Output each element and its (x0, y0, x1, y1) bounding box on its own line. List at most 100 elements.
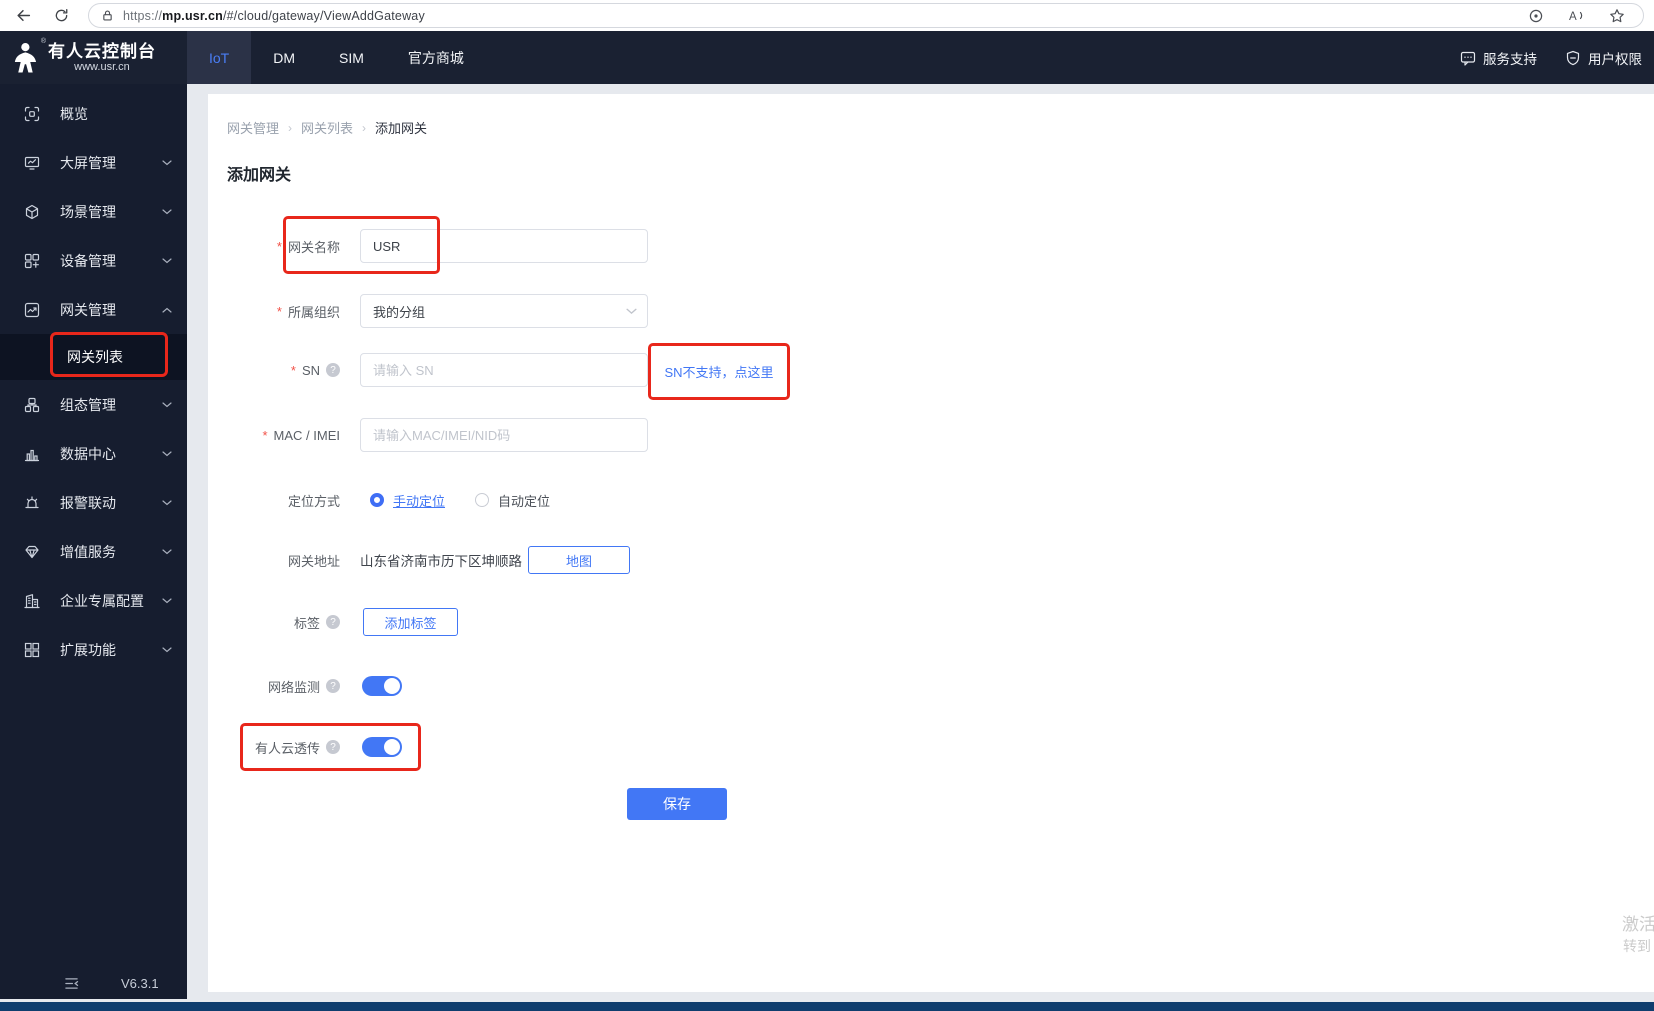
required-mark: * (262, 427, 268, 443)
url-path: /#/cloud/gateway/ViewAddGateway (222, 8, 425, 23)
logo[interactable]: ® 有人云控制台 www.usr.cn (0, 31, 187, 84)
alarm-icon (24, 495, 40, 511)
svg-text:A: A (1569, 11, 1577, 23)
sidebar-item-scene-mgmt[interactable]: 场景管理 (0, 187, 187, 236)
chevron-up-icon (162, 307, 172, 313)
sidebar-item-value-added[interactable]: 增值服务 (0, 527, 187, 576)
radio-manual-location[interactable] (370, 493, 384, 507)
gateway-name-input[interactable] (360, 229, 648, 263)
chevron-down-icon (162, 257, 172, 264)
activation-watermark-line2: 转到 (1623, 938, 1651, 954)
data-icon (24, 446, 40, 462)
gateway-icon (24, 302, 40, 318)
page-title: 添加网关 (227, 167, 292, 184)
user-permission-button[interactable]: 用户权限 (1565, 48, 1642, 68)
sn-input[interactable] (360, 353, 648, 387)
breadcrumb-separator: › (362, 120, 367, 135)
refresh-icon (55, 9, 67, 22)
form-row-cloud-passthrough: 有人云透传? (208, 730, 402, 764)
organization-selected-value: 我的分组 (373, 304, 426, 320)
organization-select[interactable]: 我的分组 (360, 294, 648, 328)
chat-icon (1460, 51, 1476, 66)
enterprise-icon (24, 593, 40, 609)
url-scheme: https:// (123, 8, 163, 23)
app-header: ® 有人云控制台 www.usr.cn IoT DM SIM 官方商城 服务支持… (0, 31, 1654, 84)
radio-manual-location-label[interactable]: 手动定位 (393, 491, 445, 510)
help-icon[interactable]: ? (326, 615, 340, 629)
geolocation-icon[interactable] (1528, 8, 1544, 24)
gateway-name-label: 网关名称 (287, 239, 340, 255)
required-mark: * (290, 362, 296, 378)
favorite-star-icon[interactable] (1609, 8, 1625, 24)
form-row-network-monitor: 网络监测? (208, 669, 402, 703)
sidebar-item-label: 概览 (60, 105, 88, 122)
sidebar-item-gateway-mgmt[interactable]: 网关管理 (0, 285, 187, 334)
collapse-sidebar-icon[interactable] (64, 977, 79, 990)
network-monitor-label: 网络监测 (267, 679, 320, 695)
form-row-address: 网关地址 山东省济南市历下区坤顺路 地图 (208, 543, 630, 577)
chevron-down-icon (162, 450, 172, 457)
sidebar-item-screen-mgmt[interactable]: 大屏管理 (0, 138, 187, 187)
help-icon[interactable]: ? (326, 740, 340, 754)
main-content: 网关管理 › 网关列表 › 添加网关 添加网关 * 网关名称 * 所属组织 我的分组… (208, 94, 1654, 992)
save-button[interactable]: 保存 (627, 788, 727, 820)
radio-auto-location-label[interactable]: 自动定位 (498, 491, 550, 510)
activation-watermark-line1: 激活 (1622, 915, 1654, 934)
breadcrumb-gateway-mgmt[interactable]: 网关管理 (227, 118, 279, 137)
cloud-passthrough-label: 有人云透传 (254, 740, 320, 756)
url-text: https://mp.usr.cn/#/cloud/gateway/ViewAd… (123, 9, 1528, 23)
cloud-passthrough-toggle[interactable] (362, 737, 402, 757)
sidebar-item-overview[interactable]: 概览 (0, 89, 187, 138)
extend-icon (24, 642, 40, 658)
add-tag-button[interactable]: 添加标签 (363, 608, 458, 636)
sidebar-item-label: 场景管理 (60, 203, 116, 220)
form-row-organization: * 所属组织 我的分组 (208, 294, 648, 328)
sidebar-item-device-mgmt[interactable]: 设备管理 (0, 236, 187, 285)
sidebar-item-extensions[interactable]: 扩展功能 (0, 625, 187, 674)
tab-official-mall[interactable]: 官方商城 (386, 31, 486, 84)
sidebar-item-enterprise-config[interactable]: 企业专属配置 (0, 576, 187, 625)
radio-auto-location[interactable] (475, 493, 490, 507)
map-button[interactable]: 地图 (528, 546, 630, 574)
sidebar-nav: 概览 大屏管理 场景管理 设备管理 网关管理 网关列表 组态管理 数据中心 报警… (0, 84, 187, 999)
sidebar-item-label: 设备管理 (60, 252, 116, 269)
form-row-location-mode: 定位方式 手动定位 自动定位 (208, 483, 550, 517)
network-monitor-toggle[interactable] (362, 676, 402, 696)
sidebar-item-topology-mgmt[interactable]: 组态管理 (0, 380, 187, 429)
usr-person-logo-icon: ® (10, 38, 46, 75)
mac-imei-label: MAC / IMEI (273, 427, 340, 443)
help-icon[interactable]: ? (326, 679, 340, 693)
sidebar-item-label: 数据中心 (60, 445, 116, 462)
sidebar-subitem-label: 网关列表 (67, 349, 123, 365)
mac-imei-input[interactable] (360, 418, 648, 452)
chevron-down-icon (162, 646, 172, 653)
tab-sim[interactable]: SIM (317, 31, 386, 84)
help-icon[interactable]: ? (326, 363, 340, 377)
browser-toolbar: https://mp.usr.cn/#/cloud/gateway/ViewAd… (0, 0, 1654, 31)
breadcrumb-gateway-list[interactable]: 网关列表 (301, 118, 353, 137)
tab-iot[interactable]: IoT (187, 31, 252, 84)
lock-icon (101, 9, 114, 22)
url-domain: mp.usr.cn (162, 8, 223, 23)
read-aloud-icon[interactable]: A (1568, 8, 1585, 23)
address-bar[interactable]: https://mp.usr.cn/#/cloud/gateway/ViewAd… (88, 3, 1644, 28)
chevron-down-icon (162, 548, 172, 555)
browser-back-button[interactable] (8, 2, 38, 30)
service-support-button[interactable]: 服务支持 (1460, 48, 1537, 68)
value-icon (24, 544, 40, 560)
breadcrumb: 网关管理 › 网关列表 › 添加网关 (227, 118, 427, 137)
taskbar-edge (0, 1002, 1654, 1011)
sidebar-item-gateway-list[interactable]: 网关列表 (0, 332, 187, 380)
product-tabs: IoT DM SIM 官方商城 (187, 31, 486, 84)
sn-not-supported-link[interactable]: SN不支持，点这里 (664, 362, 773, 381)
shield-icon (1566, 50, 1580, 65)
form-row-sn: * SN? (208, 353, 648, 387)
sidebar-item-label: 组态管理 (60, 396, 116, 413)
browser-refresh-button[interactable] (46, 2, 76, 30)
form-row-mac-imei: * MAC / IMEI (208, 418, 648, 452)
tab-dm[interactable]: DM (251, 31, 317, 84)
sidebar-item-alarm-linkage[interactable]: 报警联动 (0, 478, 187, 527)
sidebar-item-data-center[interactable]: 数据中心 (0, 429, 187, 478)
required-mark: * (276, 303, 282, 319)
sidebar-item-label: 大屏管理 (60, 154, 116, 171)
